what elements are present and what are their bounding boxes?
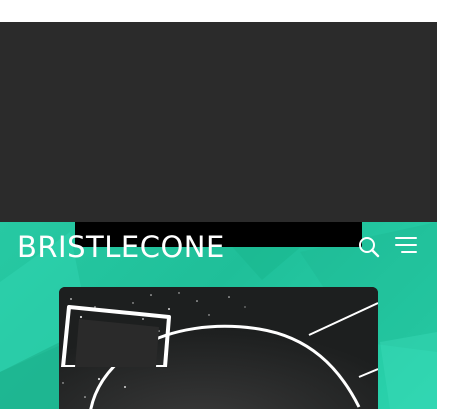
top-white-bar xyxy=(0,0,454,22)
menu-button[interactable] xyxy=(395,237,421,257)
dark-banner-area xyxy=(0,22,437,222)
hero-section: BRISTLECONE xyxy=(0,222,437,409)
video-thumbnail[interactable] xyxy=(59,287,378,409)
hamburger-menu-icon xyxy=(395,237,417,239)
search-button[interactable] xyxy=(357,235,381,259)
play-icon xyxy=(61,305,171,367)
search-icon xyxy=(359,237,380,258)
site-logo[interactable]: BRISTLECONE xyxy=(17,230,225,264)
